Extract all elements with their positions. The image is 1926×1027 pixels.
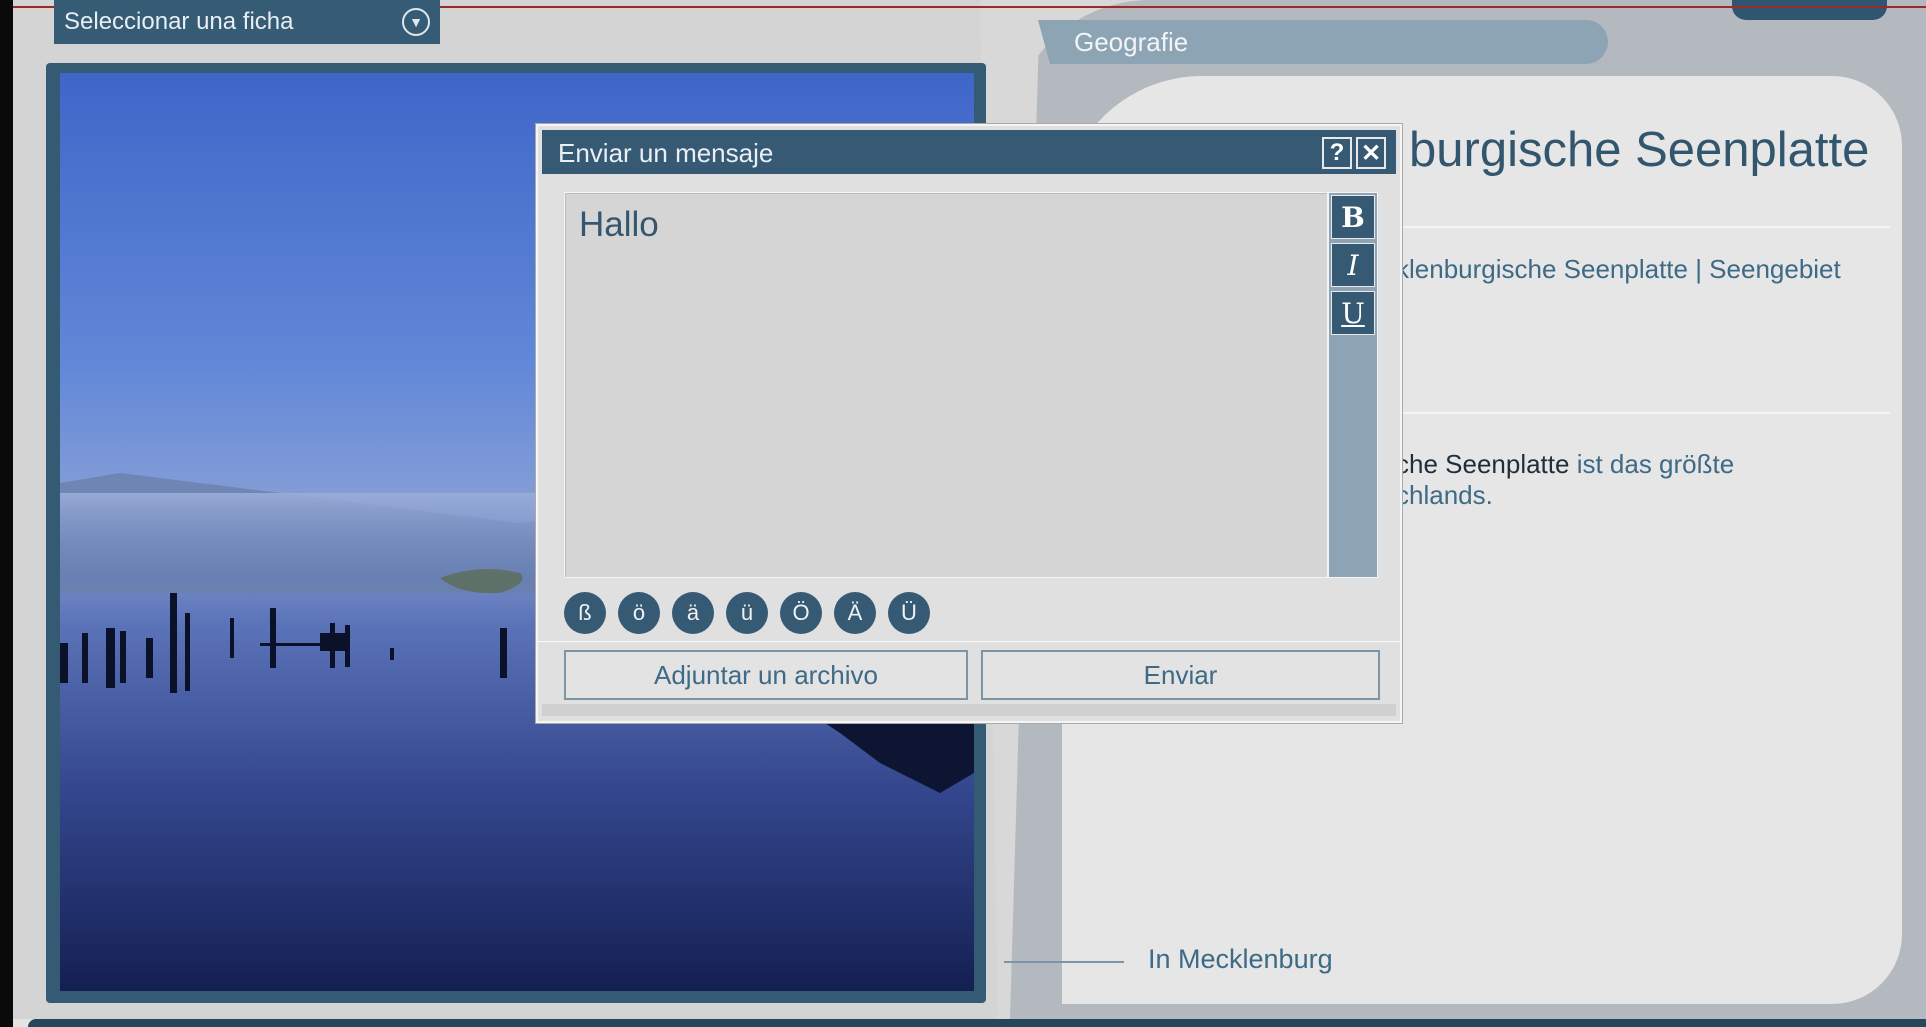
char-button-A-umlaut[interactable]: Ä: [834, 592, 876, 634]
attach-file-button[interactable]: Adjuntar un archivo: [564, 650, 968, 700]
description-rest: ist das größte: [1569, 449, 1735, 479]
char-button-O-umlaut[interactable]: Ö: [780, 592, 822, 634]
description-highlight[interactable]: sche Seenplatte: [1383, 449, 1569, 479]
tab-geografie[interactable]: Geografie: [1038, 20, 1608, 64]
message-textarea[interactable]: Hallo: [564, 192, 1328, 578]
caption-line: [1004, 961, 1124, 963]
dialog-footer: [542, 704, 1396, 716]
tab-geografie-label: Geografie: [1074, 27, 1189, 57]
char-button-u-umlaut[interactable]: ü: [726, 592, 768, 634]
char-button-U-umlaut[interactable]: Ü: [888, 592, 930, 634]
page-title: burgische Seenplatte: [1409, 123, 1870, 177]
title-divider: [1370, 226, 1890, 228]
chevron-down-icon[interactable]: ▼: [402, 8, 430, 36]
dialog-separator: [538, 641, 1400, 642]
bottom-bar: [28, 1019, 1926, 1027]
close-button[interactable]: ✕: [1356, 137, 1386, 169]
app-window: Seleccionar una ficha ▼ Geografie burgis…: [0, 0, 1926, 1027]
format-toolbar: B I U: [1328, 192, 1378, 578]
left-edge-bar: [0, 0, 13, 1027]
card-select-dropdown[interactable]: Seleccionar una ficha ▼: [54, 0, 440, 44]
photo-caption: In Mecklenburg: [1148, 944, 1333, 974]
send-message-dialog: Enviar un mensaje ? ✕ Hallo B I U ß ö ä …: [536, 124, 1402, 723]
char-button-a-umlaut[interactable]: ä: [672, 592, 714, 634]
help-button[interactable]: ?: [1322, 137, 1352, 169]
bold-button[interactable]: B: [1331, 195, 1375, 239]
keywords-divider: [1370, 412, 1890, 414]
top-right-tab[interactable]: [1732, 0, 1887, 20]
keywords-text[interactable]: cklenburgische Seenplatte | Seengebiet: [1383, 254, 1841, 285]
char-button-o-umlaut[interactable]: ö: [618, 592, 660, 634]
italic-button[interactable]: I: [1331, 243, 1375, 287]
dialog-titlebar[interactable]: Enviar un mensaje ? ✕: [542, 130, 1396, 174]
message-text: Hallo: [579, 205, 659, 244]
card-select-label: Seleccionar una ficha: [64, 8, 294, 35]
char-button-eszett[interactable]: ß: [564, 592, 606, 634]
underline-button[interactable]: U: [1331, 291, 1375, 335]
description-text: sche Seenplatte ist das größte schlands.: [1383, 449, 1734, 511]
send-button[interactable]: Enviar: [981, 650, 1380, 700]
dialog-title: Enviar un mensaje: [558, 138, 774, 168]
